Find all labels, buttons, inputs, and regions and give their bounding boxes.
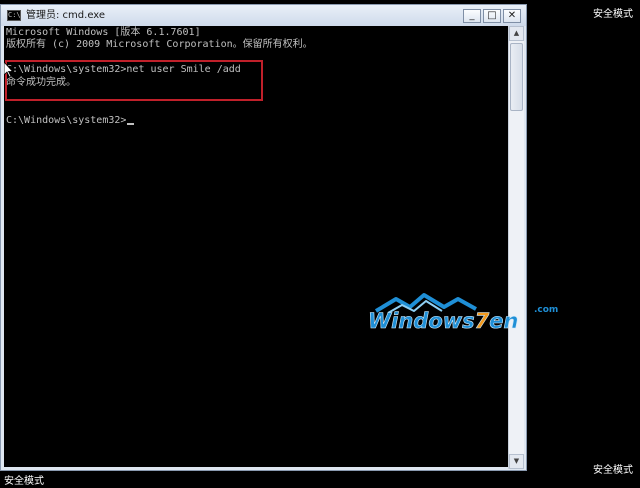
logo-brand-text: Windows7en (368, 309, 519, 333)
safe-mode-label-top-right: 安全模式 (593, 9, 633, 20)
safe-mode-label-bottom-left: 安全模式 (4, 476, 44, 487)
title-bar[interactable]: C:\ 管理员: cmd.exe _ □ ✕ (1, 5, 526, 26)
console-line-prompt[interactable]: C:\Windows\system32> (6, 115, 135, 128)
scroll-down-icon[interactable]: ▼ (509, 454, 524, 469)
logo-domain-text: .com (534, 305, 558, 315)
cmd-app-icon: C:\ (7, 10, 21, 21)
console-line-copyright: 版权所有 (c) 2009 Microsoft Corporation。保留所有… (6, 39, 313, 50)
scrollbar-thumb[interactable] (510, 43, 523, 111)
scroll-up-icon[interactable]: ▲ (509, 26, 524, 41)
console-line-version: Microsoft Windows [版本 6.1.7601] (6, 27, 201, 38)
safe-mode-label-bottom-right: 安全模式 (593, 465, 633, 476)
close-button[interactable]: ✕ (503, 9, 521, 23)
command-highlight-box (5, 60, 263, 101)
vertical-scrollbar[interactable]: ▲ ▼ (508, 26, 524, 469)
minimize-button[interactable]: _ (463, 9, 481, 23)
window-title: 管理员: cmd.exe (26, 10, 106, 21)
prompt-text: C:\Windows\system32> (6, 115, 127, 126)
cmd-window[interactable]: C:\ 管理员: cmd.exe _ □ ✕ Microsoft Windows… (0, 4, 527, 471)
mouse-pointer-icon (4, 62, 14, 78)
text-cursor (127, 123, 135, 125)
maximize-button[interactable]: □ (483, 9, 501, 23)
windows7en-logo: Windows7en .com (368, 293, 558, 333)
